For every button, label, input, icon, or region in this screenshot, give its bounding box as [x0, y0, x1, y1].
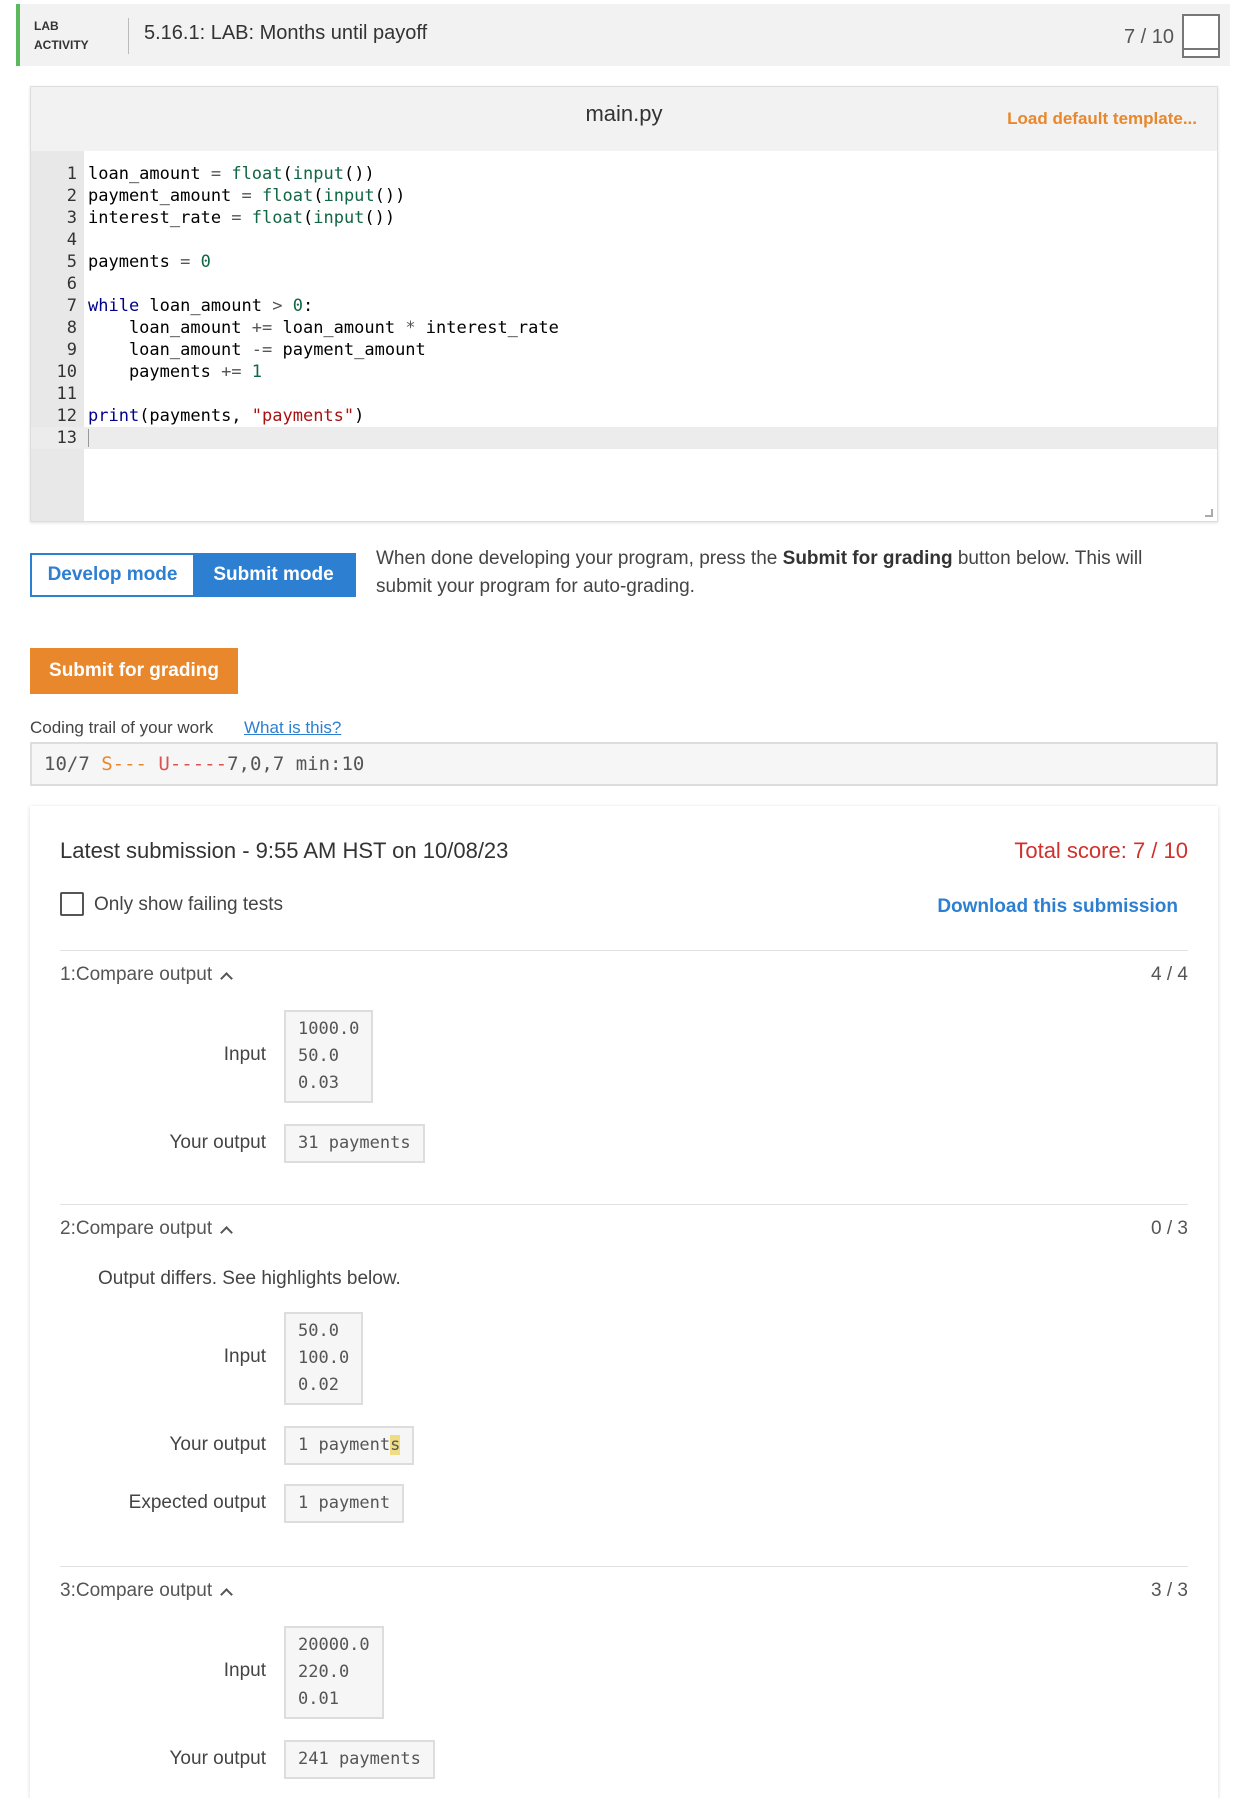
your-output-label: Your output — [169, 1132, 267, 1153]
line-number: 1 — [66, 164, 77, 184]
test-divider — [60, 950, 1188, 951]
text-cursor — [88, 429, 89, 447]
lab-activity-tag: LAB ACTIVITY — [34, 17, 89, 55]
code-line[interactable]: 6 — [31, 273, 1217, 295]
code-line[interactable]: 12 print(payments, "payments") — [31, 405, 1217, 427]
only-failing-label[interactable]: Only show failing tests — [94, 894, 283, 916]
your-output-label: Your output — [169, 1434, 267, 1455]
code-line[interactable]: 5 payments = 0 — [31, 251, 1217, 273]
only-failing-checkbox[interactable] — [60, 892, 84, 916]
test-score: 4 / 4 — [1151, 964, 1188, 985]
line-number: 8 — [66, 318, 77, 338]
line-number: 13 — [56, 428, 77, 448]
line-number: 3 — [66, 208, 77, 228]
coding-trail-label: Coding trail of your work — [30, 718, 214, 737]
lab-score: 7 / 10 — [1123, 26, 1174, 48]
line-number: 12 — [56, 406, 77, 426]
input-box: 50.0 100.0 0.02 — [284, 1312, 364, 1405]
coding-trail-box: 10/7 S--- U-----7,0,7 min:10 — [30, 742, 1218, 786]
expected-output-box: 1 payment — [284, 1484, 405, 1523]
mode-desc-text: When done developing your program, press… — [376, 548, 783, 569]
editor-header: main.py Load default template... — [31, 87, 1217, 151]
line-number: 7 — [66, 296, 77, 316]
line-number: 10 — [56, 362, 77, 382]
submission-title: Latest submission - 9:55 AM HST on 10/08… — [60, 838, 509, 863]
submission-card: Latest submission - 9:55 AM HST on 10/08… — [30, 806, 1218, 1798]
test-divider — [60, 1204, 1188, 1205]
chevron-up-icon[interactable] — [220, 972, 233, 985]
test-1-header[interactable]: 1:Compare output — [60, 964, 233, 986]
expected-output-label: Expected output — [128, 1492, 266, 1513]
output-differs-message: Output differs. See highlights below. — [98, 1268, 401, 1289]
total-score: Total score: 7 / 10 — [1014, 838, 1188, 863]
input-box: 20000.0 220.0 0.01 — [284, 1626, 384, 1719]
code-line[interactable]: 3 interest_rate = float(input()) — [31, 207, 1217, 229]
lab-title: 5.16.1: LAB: Months until payoff — [144, 22, 428, 44]
download-submission-link[interactable]: Download this submission — [937, 896, 1178, 918]
your-output-text: 1 payment — [298, 1435, 391, 1455]
chevron-up-icon[interactable] — [220, 1588, 233, 1601]
submit-for-grading-button[interactable]: Submit for grading — [30, 648, 238, 694]
code-editor[interactable]: main.py Load default template... 1 loan_a… — [30, 86, 1218, 522]
line-number: 11 — [56, 384, 77, 404]
code-line[interactable]: 11 — [31, 383, 1217, 405]
lab-divider — [128, 18, 129, 54]
diff-highlight: s — [390, 1435, 401, 1455]
your-output-box: 31 payments — [284, 1124, 425, 1163]
line-number: 6 — [66, 274, 77, 294]
mode-description: When done developing your program, press… — [376, 545, 1166, 601]
line-number: 9 — [66, 340, 77, 360]
chevron-up-icon[interactable] — [220, 1226, 233, 1239]
line-number: 4 — [66, 230, 77, 250]
develop-mode-button[interactable]: Develop mode — [32, 555, 193, 595]
code-line[interactable]: 2 payment_amount = float(input()) — [31, 185, 1217, 207]
code-line[interactable]: 4 — [31, 229, 1217, 251]
test-score: 0 / 3 — [1151, 1218, 1188, 1239]
test-3-header[interactable]: 3:Compare output — [60, 1580, 233, 1602]
code-line[interactable]: 9 loan_amount -= payment_amount — [31, 339, 1217, 361]
submit-mode-button[interactable]: Submit mode — [193, 555, 354, 595]
test-2-header[interactable]: 2:Compare output — [60, 1218, 233, 1240]
test-score: 3 / 3 — [1151, 1580, 1188, 1601]
your-output-box: 241 payments — [284, 1740, 435, 1779]
line-number: 5 — [66, 252, 77, 272]
input-label: Input — [223, 1346, 266, 1367]
code-line[interactable]: 1 loan_amount = float(input()) — [31, 163, 1217, 185]
your-output-label: Your output — [169, 1748, 267, 1769]
mode-desc-bold: Submit for grading — [782, 548, 953, 569]
test-title: 1:Compare output — [60, 964, 213, 985]
resize-grip-icon[interactable] — [1205, 509, 1213, 517]
code-area[interactable]: 1 loan_amount = float(input()) 2 payment_a… — [31, 163, 1217, 449]
trail-space — [147, 753, 158, 775]
code-line[interactable]: 10 payments += 1 — [31, 361, 1217, 383]
completion-badge-icon — [1182, 14, 1220, 58]
code-line[interactable]: 8 loan_amount += loan_amount * interest_… — [31, 317, 1217, 339]
test-title: 2:Compare output — [60, 1218, 213, 1239]
input-label: Input — [223, 1044, 266, 1065]
test-divider — [60, 1566, 1188, 1567]
mode-toggle: Develop mode Submit mode — [30, 553, 356, 597]
load-template-link[interactable]: Load default template... — [1007, 109, 1197, 129]
trail-upload-marks: U----- — [158, 753, 228, 775]
code-line[interactable]: 7 while loan_amount > 0: — [31, 295, 1217, 317]
test-title: 3:Compare output — [60, 1580, 213, 1601]
code-line-active[interactable]: 13 — [31, 427, 1217, 449]
your-output-box: 1 payments — [284, 1426, 415, 1465]
trail-date: 10/7 — [44, 753, 102, 775]
lab-tag-line1: LAB — [34, 19, 59, 33]
input-label: Input — [223, 1660, 266, 1681]
line-number: 2 — [66, 186, 77, 206]
what-is-this-link[interactable]: What is this? — [244, 718, 341, 738]
lab-header: LAB ACTIVITY 5.16.1: LAB: Months until p… — [16, 4, 1230, 66]
input-box: 1000.0 50.0 0.03 — [284, 1010, 374, 1103]
trail-submit-marks: S--- — [101, 753, 147, 775]
trail-summary: 7,0,7 min:10 — [227, 753, 365, 775]
lab-tag-line2: ACTIVITY — [34, 38, 89, 52]
